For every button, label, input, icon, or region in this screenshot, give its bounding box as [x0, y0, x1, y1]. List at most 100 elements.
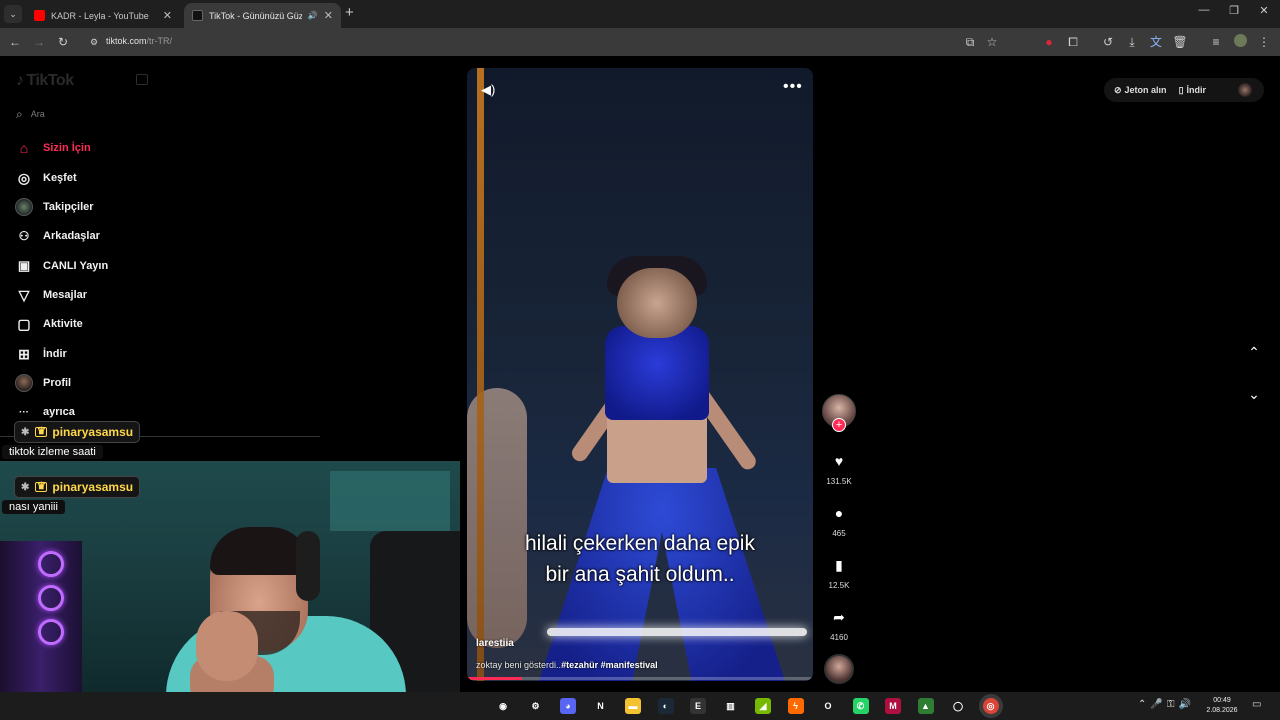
taskbar-chrome-icon[interactable]: ◎	[982, 698, 999, 714]
sidebar-item-friends[interactable]: ⚇ Arkadaşlar	[14, 225, 100, 247]
sidebar-item-profile[interactable]: Profil	[14, 372, 71, 394]
logo-text: TikTok	[26, 72, 75, 89]
comment-button[interactable]: ● 465	[820, 504, 858, 538]
forward-button[interactable]: →	[31, 34, 47, 50]
chat-username: ✱ ♛ pinaryasamsu	[14, 476, 141, 498]
taskbar-netflix-icon[interactable]: N	[592, 698, 609, 714]
profile-avatar-icon	[14, 373, 34, 393]
sidebar-item-more[interactable]: ··· ayrıca	[14, 401, 75, 423]
taskbar-opera-icon[interactable]: O	[820, 698, 836, 714]
close-tab-icon[interactable]: ✕	[324, 9, 333, 22]
sidebar-item-for-you[interactable]: ⌂ Sizin İçin	[14, 137, 91, 159]
tiktok-page: ♪ TikTok ⌕ Ara ⌂ Sizin İçin ◎ Keşfet Taki…	[0, 56, 1280, 692]
bookmark-star-icon[interactable]: ☆	[984, 34, 1000, 50]
sidebar-item-following[interactable]: Takipçiler	[14, 196, 94, 218]
taskbar-discord-icon[interactable]: ◕	[560, 698, 576, 714]
clock-date: 2.08.2026	[1206, 707, 1238, 714]
sidebar-item-label: İndir	[43, 348, 67, 360]
restore-button[interactable]: ❐	[1224, 4, 1244, 17]
sidebar-item-download[interactable]: ⊞ İndir	[14, 343, 67, 365]
next-video-chevron-down-icon[interactable]: ⌄	[1244, 386, 1264, 403]
tab-youtube[interactable]: KADR - Leyla - YouTube ✕	[26, 3, 180, 28]
bookmark-icon: ▮	[835, 557, 843, 573]
back-button[interactable]: ←	[7, 34, 23, 50]
trash-icon[interactable]: 🗑	[1172, 34, 1188, 50]
user-avatar[interactable]	[1238, 83, 1252, 97]
taskbar-epic-icon[interactable]: E	[690, 698, 706, 714]
coin-icon: ⊘	[1114, 84, 1122, 95]
chat-username-text: pinaryasamsu	[52, 425, 134, 439]
notification-icon[interactable]: ▭	[1252, 699, 1261, 710]
previous-video-chevron-up-icon[interactable]: ⌃	[1244, 344, 1264, 361]
audio-icon[interactable]: 🔊	[308, 11, 318, 20]
video-progress-fill	[467, 677, 523, 680]
taskbar-settings-icon[interactable]: ⚙	[527, 698, 544, 714]
download-icon[interactable]: ⤓	[1124, 34, 1140, 50]
taskbar-files-icon[interactable]: ▬	[625, 698, 641, 714]
taskbar-gift-icon[interactable]: ▥	[722, 698, 739, 714]
video-actions: + ♥ 131.5K ● 465 ▮ 12.5K ➦ 4160	[820, 394, 858, 684]
reload-button[interactable]: ↻	[55, 34, 71, 50]
more-options-icon[interactable]: •••	[783, 78, 803, 96]
caption-text: zoktay beni gösterdi..	[476, 660, 562, 670]
history-icon[interactable]: ↺	[1100, 34, 1116, 50]
download-app-icon: ⊞	[18, 345, 30, 362]
browser-menu-icon[interactable]: ⋮	[1256, 34, 1272, 50]
translate-icon[interactable]: 文	[1148, 34, 1164, 50]
tab-tiktok[interactable]: TikTok - Gününüzü Güzelleş 🔊 ✕	[184, 3, 341, 28]
tiktok-favicon-icon	[192, 10, 203, 21]
close-window-button[interactable]: ✕	[1254, 4, 1274, 17]
taskbar-app-orange-icon[interactable]: ϟ	[787, 698, 804, 714]
get-coins-button[interactable]: Jeton alın	[1125, 85, 1167, 95]
save-button[interactable]: ▮ 12.5K	[820, 556, 858, 590]
clock[interactable]: 00:49 2.08.2026	[1204, 696, 1240, 716]
taskbar-obs-icon[interactable]: ◉	[495, 698, 511, 714]
volume-icon[interactable]: ◀)	[481, 82, 495, 98]
minimize-button[interactable]: —	[1194, 4, 1214, 16]
video-progress-bar[interactable]	[467, 677, 813, 680]
taskbar-app-green-icon[interactable]: ▲	[917, 698, 934, 714]
follow-plus-icon[interactable]: +	[832, 418, 846, 432]
sidebar-item-explore[interactable]: ◎ Keşfet	[14, 167, 77, 189]
tab-search-button[interactable]: ⌄	[4, 5, 22, 23]
taskbar-whatsapp-icon[interactable]: ✆	[852, 698, 869, 714]
search-placeholder: Ara	[30, 109, 45, 119]
dancer-head	[617, 268, 697, 338]
taskbar-nvidia-icon[interactable]: ◢	[755, 698, 771, 714]
share-button[interactable]: ➦ 4160	[820, 608, 858, 642]
close-tab-icon[interactable]: ✕	[163, 9, 172, 22]
tiktok-logo[interactable]: ♪ TikTok	[16, 72, 74, 90]
profile-avatar-icon[interactable]	[1232, 34, 1248, 51]
new-tab-button[interactable]: +	[345, 4, 354, 21]
streamer-hand	[196, 611, 258, 681]
sidebar-item-label: Arkadaşlar	[43, 230, 100, 242]
caption-hashtags[interactable]: #tezahür #manifestival	[561, 660, 658, 670]
following-avatar-icon	[14, 197, 34, 217]
friends-icon: ⚇	[18, 229, 30, 243]
video-author[interactable]: larestiia	[476, 638, 514, 649]
address-bar[interactable]: ⚙ tiktok.com/tr-TR/ ⧉ ☆	[80, 32, 1010, 52]
sidebar-item-activity[interactable]: ▢ Aktivite	[14, 313, 82, 335]
chat-message: nası yaniii	[2, 500, 65, 514]
like-button[interactable]: ♥ 131.5K	[820, 452, 858, 486]
sidebar-item-live[interactable]: ▣ CANLI Yayın	[14, 255, 108, 277]
compass-icon: ◎	[17, 169, 31, 186]
sidebar-item-messages[interactable]: ▽ Mesajlar	[14, 284, 87, 306]
site-info-icon[interactable]: ⚙	[86, 34, 102, 50]
taskbar-steam-icon[interactable]: ◐	[657, 698, 674, 714]
reading-list-icon[interactable]: ≡	[1208, 34, 1224, 50]
extension-opera-icon[interactable]: ●	[1041, 34, 1057, 50]
collapse-sidebar-icon[interactable]	[136, 74, 148, 85]
messages-icon: ▽	[18, 286, 30, 303]
headset	[296, 531, 320, 601]
tab-title: KADR - Leyla - YouTube	[51, 10, 149, 21]
extensions-icon[interactable]: ⧠	[1065, 34, 1081, 50]
taskbar-app-red-icon[interactable]: M	[885, 698, 901, 714]
download-app-button[interactable]: İndir	[1187, 85, 1207, 95]
system-tray-icons[interactable]: ⌃🎤⚿🔊	[1138, 699, 1195, 710]
search-input[interactable]: ⌕ Ara	[16, 106, 45, 122]
taskbar-app-circle-icon[interactable]: ◯	[950, 698, 966, 714]
video-player[interactable]: ◀) ••• hilali çekerken daha epik bir ana…	[467, 68, 813, 681]
install-app-icon[interactable]: ⧉	[962, 34, 978, 50]
music-disc-avatar[interactable]	[824, 654, 854, 684]
